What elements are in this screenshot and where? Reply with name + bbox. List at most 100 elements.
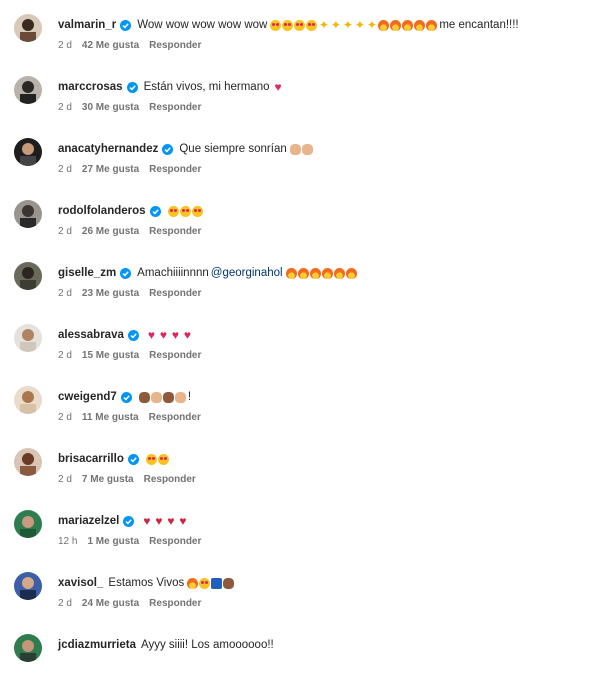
username[interactable]: cweigend7 <box>58 389 117 405</box>
reply-button[interactable]: Responder <box>149 102 201 113</box>
clap-emoji-icon <box>174 391 186 403</box>
timestamp: 2 d <box>58 350 72 361</box>
comment-item: anacatyhernandez Que siempre sonrían 2 d… <box>0 138 600 200</box>
fire-emoji-icon <box>345 267 357 279</box>
avatar[interactable] <box>14 324 42 352</box>
clap-emoji-icon <box>138 391 150 403</box>
verified-badge-icon <box>127 329 139 341</box>
comment-text: Estamos Vivos <box>108 577 185 589</box>
avatar[interactable] <box>14 14 42 42</box>
username[interactable]: rodolfolanderos <box>58 203 146 219</box>
reply-button[interactable]: Responder <box>149 412 201 423</box>
likes-count[interactable]: 24 Me gusta <box>82 598 139 609</box>
fire-emoji-icon <box>187 577 199 589</box>
heart-eyes-emoji-icon <box>191 205 203 217</box>
likes-count[interactable]: 23 Me gusta <box>82 288 139 299</box>
avatar[interactable] <box>14 572 42 600</box>
likes-count[interactable]: 26 Me gusta <box>82 226 139 237</box>
comment-item: giselle_zm Amachiiiinnnn @georginahol 2 … <box>0 262 600 324</box>
likes-count[interactable]: 42 Me gusta <box>82 40 139 51</box>
verified-badge-icon <box>127 453 139 465</box>
likes-count[interactable]: 15 Me gusta <box>82 350 139 361</box>
fire-emoji-icon <box>309 267 321 279</box>
verified-badge-icon <box>123 515 135 527</box>
reply-button[interactable]: Responder <box>149 536 201 547</box>
red-heart-emoji-icon: ♥ <box>183 327 191 342</box>
likes-count[interactable]: 1 Me gusta <box>87 536 139 547</box>
fire-emoji-icon <box>333 267 345 279</box>
timestamp: 2 d <box>58 102 72 113</box>
sparkle-emoji-icon: ✦ <box>366 17 377 32</box>
fire-emoji-icon <box>402 19 414 31</box>
verified-badge-icon <box>120 391 132 403</box>
username[interactable]: jcdiazmurrieta <box>58 637 136 653</box>
heart-eyes-emoji-icon <box>167 205 179 217</box>
emoji-group <box>289 143 313 155</box>
mention-link[interactable]: @georginahol <box>211 265 283 281</box>
reply-button[interactable]: Responder <box>149 164 201 175</box>
comment-item: cweigend7 ! 2 d 11 Me gusta Responder <box>0 386 600 448</box>
emoji-group: ♥ ♥ ♥ ♥ <box>146 327 193 342</box>
username[interactable]: marccrosas <box>58 79 123 95</box>
comment-tail-text: me encantan!!!! <box>439 19 519 31</box>
comment-item: brisacarrillo 2 d 7 Me gusta Responder <box>0 448 600 510</box>
sparkle-emoji-icon: ✦ <box>318 17 329 32</box>
heart-eyes-emoji-icon <box>179 205 191 217</box>
avatar[interactable] <box>14 510 42 538</box>
emoji-group: ♥ ♥ ♥ ♥ <box>141 513 188 528</box>
comment-item: jcdiazmurrieta Ayyy siiii! Los amoooooo!… <box>0 634 600 696</box>
comment-item: marccrosas Están vivos, mi hermano ♥ 2 d… <box>0 76 600 138</box>
reply-button[interactable]: Responder <box>149 40 201 51</box>
likes-count[interactable]: 30 Me gusta <box>82 102 139 113</box>
likes-count[interactable]: 27 Me gusta <box>82 164 139 175</box>
reply-button[interactable]: Responder <box>149 598 201 609</box>
reply-button[interactable]: Responder <box>149 350 201 361</box>
verified-badge-icon <box>120 19 132 31</box>
fire-emoji-icon <box>285 267 297 279</box>
timestamp: 2 d <box>58 412 72 423</box>
comment-text: Que siempre sonrían <box>179 143 287 155</box>
likes-count[interactable]: 11 Me gusta <box>82 412 139 423</box>
emoji-group <box>138 391 186 403</box>
heart-eyes-emoji-icon <box>157 453 169 465</box>
timestamp: 2 d <box>58 598 72 609</box>
avatar[interactable] <box>14 386 42 414</box>
avatar[interactable] <box>14 200 42 228</box>
emoji-group <box>167 205 203 217</box>
avatar[interactable] <box>14 448 42 476</box>
avatar[interactable] <box>14 76 42 104</box>
clap-emoji-icon <box>150 391 162 403</box>
fire-emoji-icon <box>378 19 390 31</box>
reply-button[interactable]: Responder <box>149 226 201 237</box>
avatar[interactable] <box>14 138 42 166</box>
comment-item: rodolfolanderos 2 d 26 Me gusta Responde… <box>0 200 600 262</box>
reply-button[interactable]: Responder <box>149 288 201 299</box>
username[interactable]: giselle_zm <box>58 265 116 281</box>
username[interactable]: mariazelzel <box>58 513 119 529</box>
verified-badge-icon <box>149 205 161 217</box>
sparkle-emoji-icon: ✦ <box>342 17 353 32</box>
timestamp: 2 d <box>58 474 72 485</box>
sparkle-emoji-icon: ✦ <box>330 17 341 32</box>
fire-emoji-icon <box>297 267 309 279</box>
reply-button[interactable]: Responder <box>144 474 196 485</box>
comment-text: Amachiiiinnnn <box>137 267 209 279</box>
clap-emoji-icon <box>162 391 174 403</box>
emoji-group: ✦ ✦ ✦ ✦ ✦ <box>270 17 438 32</box>
avatar[interactable] <box>14 262 42 290</box>
timestamp: 2 d <box>58 40 72 51</box>
comment-text: Están vivos, mi hermano <box>143 81 270 93</box>
username[interactable]: brisacarrillo <box>58 451 124 467</box>
timestamp: 12 h <box>58 536 78 547</box>
fire-emoji-icon <box>390 19 402 31</box>
avatar[interactable] <box>14 634 42 662</box>
verified-badge-icon <box>126 81 138 93</box>
comment-text: Wow wow wow wow wow <box>137 19 268 31</box>
broken-heart-emoji-icon: ♥ <box>143 513 151 528</box>
sparkle-emoji-icon: ✦ <box>354 17 365 32</box>
username[interactable]: anacatyhernandez <box>58 141 158 157</box>
username[interactable]: alessabrava <box>58 327 124 343</box>
likes-count[interactable]: 7 Me gusta <box>82 474 134 485</box>
username[interactable]: valmarin_r <box>58 17 116 33</box>
username[interactable]: xavisol_ <box>58 575 103 591</box>
